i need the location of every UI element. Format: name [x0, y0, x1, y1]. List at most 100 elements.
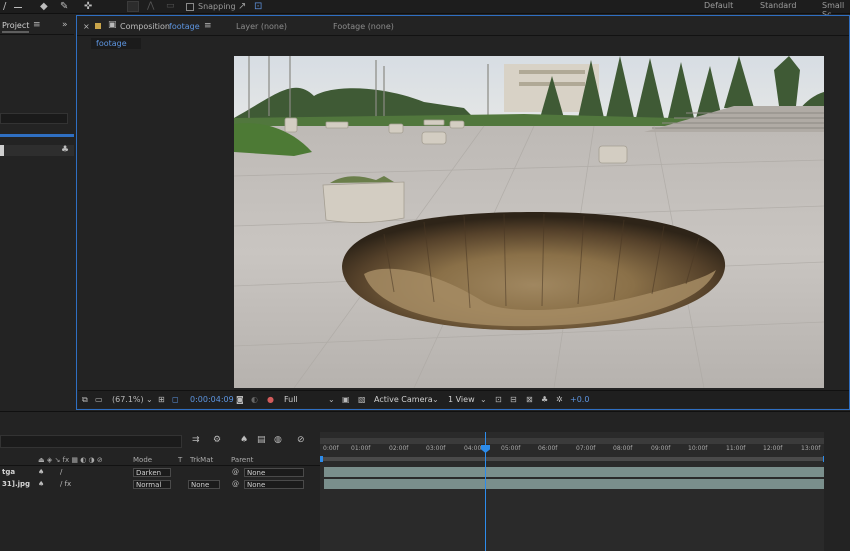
composition-breadcrumb[interactable]: footage: [91, 38, 141, 49]
footage-tab[interactable]: Footage (none): [333, 22, 394, 31]
comp-panel-menu-icon[interactable]: ≡: [204, 21, 212, 31]
ruler-tick-label: 07:00f: [576, 445, 596, 452]
ruler-tick-label: 08:00f: [613, 445, 633, 452]
brush-tool-icon[interactable]: /: [3, 0, 6, 13]
close-tab-icon[interactable]: ×: [83, 22, 90, 31]
layer-clip-bar[interactable]: [324, 479, 824, 489]
eraser-tool-icon[interactable]: ◆: [40, 0, 48, 13]
quality-switch-icon[interactable]: /: [60, 467, 62, 478]
layer-row[interactable]: tga ♠ / Darken @ None: [0, 467, 320, 478]
lock-swatch-icon[interactable]: [95, 23, 101, 29]
camera-view-dropdown[interactable]: Active Camera: [374, 394, 436, 405]
draft-3d-icon[interactable]: ⚙: [213, 435, 221, 445]
snapping-label: Snapping: [198, 2, 236, 11]
ruler-tick-label: 06:00f: [538, 445, 558, 452]
show-snapshot-icon[interactable]: ◐: [251, 394, 258, 405]
always-preview-icon[interactable]: ⧉: [82, 394, 88, 405]
workspace-default[interactable]: Default: [704, 1, 733, 10]
layer-name[interactable]: tga: [2, 467, 15, 478]
axis-tool-icon[interactable]: ⋀: [147, 1, 158, 12]
project-item-swatch: [0, 145, 4, 156]
mask-visibility-icon[interactable]: ◻: [172, 394, 179, 405]
camera-chevron-icon[interactable]: ⌄: [432, 394, 439, 405]
transparency-grid-icon[interactable]: ▧: [358, 394, 366, 405]
current-time-display[interactable]: 0:00:04:09: [190, 394, 234, 405]
parent-pickwhip-icon[interactable]: @: [232, 467, 239, 478]
flowchart-icon[interactable]: ♣: [61, 145, 69, 155]
shy-switch-icon[interactable]: ♠: [38, 479, 44, 490]
world-axis-icon[interactable]: ▭: [166, 1, 177, 12]
snap-features-icon[interactable]: ⊡: [254, 0, 262, 13]
ruler-tick-label: 12:00f: [763, 445, 783, 452]
fast-previews-icon[interactable]: ⊟: [510, 394, 517, 405]
resolution-chevron-icon[interactable]: ⌄: [328, 394, 335, 405]
composition-name[interactable]: footage: [169, 22, 200, 31]
comp-flowchart-icon[interactable]: ♣: [541, 394, 548, 405]
ruler-tick-label: 02:00f: [389, 445, 409, 452]
panel-menu-icon[interactable]: ≡: [33, 20, 41, 30]
snapping-checkbox[interactable]: [186, 3, 194, 11]
view-chevron-icon[interactable]: ⌄: [480, 394, 487, 405]
shy-layers-icon[interactable]: ♠: [240, 435, 248, 445]
snap-edges-icon[interactable]: ↗: [238, 0, 246, 13]
project-panel: Project ≡ » ♣: [0, 15, 74, 410]
layer-tab[interactable]: Layer (none): [236, 22, 287, 31]
align-tool-icon[interactable]: [127, 1, 139, 12]
composition-icon: ▣: [108, 20, 117, 30]
mode-column-header: Mode: [133, 456, 153, 464]
layer-trkmat-select[interactable]: None: [188, 480, 220, 489]
layer-mode-select[interactable]: Darken: [133, 468, 171, 477]
layer-parent-select[interactable]: None: [244, 480, 304, 489]
layer-column-header: ⏏ ◈ ↘ fx ▦ ◐ ◑ ⊘ Mode T TrkMat Parent: [0, 456, 320, 466]
timeline-track-area[interactable]: 0:00f 01:00f 02:00f 03:00f 04:00f 05:00f…: [320, 432, 850, 551]
project-header-accent: [0, 134, 74, 137]
reset-exposure-icon[interactable]: ✲: [556, 394, 563, 405]
ruler-tick-label: 09:00f: [651, 445, 671, 452]
av-features-icon: ⏏ ◈ ↘ fx ▦ ◐ ◑ ⊘: [38, 456, 103, 464]
project-search-input[interactable]: [0, 113, 68, 124]
roto-brush-tool-icon[interactable]: ✎: [60, 0, 68, 13]
composition-viewer[interactable]: [78, 49, 849, 389]
layer-row[interactable]: 31].jpg ♠ / fx Normal None @ None: [0, 479, 320, 490]
comp-mini-flowchart-icon[interactable]: ⇉: [192, 435, 200, 445]
layer-name[interactable]: 31].jpg: [2, 479, 30, 490]
trkmat-column-header: TrkMat: [190, 456, 214, 464]
ruler-tick-label: 13:00f: [801, 445, 821, 452]
work-area-range[interactable]: [322, 457, 826, 461]
monitor-icon[interactable]: ▭: [95, 394, 103, 405]
layer-parent-select[interactable]: None: [244, 468, 304, 477]
region-of-interest-icon[interactable]: ▣: [342, 394, 350, 405]
exposure-value[interactable]: +0.0: [570, 394, 589, 405]
workspace-standard[interactable]: Standard: [760, 1, 796, 10]
project-tab[interactable]: Project: [2, 21, 30, 33]
puppet-pin-tool-icon[interactable]: ✜: [84, 0, 92, 13]
ruler-tick-label: 01:00f: [351, 445, 371, 452]
timeline-search-input[interactable]: [0, 435, 182, 448]
timeline-icon[interactable]: ⊠: [526, 394, 533, 405]
composition-tab-label[interactable]: Composition: [120, 22, 170, 31]
quality-switch-icon[interactable]: / fx: [60, 479, 71, 490]
frame-blending-icon[interactable]: ▤: [257, 435, 266, 445]
color-channel-icon[interactable]: ●: [267, 394, 274, 405]
time-ruler[interactable]: 0:00f 01:00f 02:00f 03:00f 04:00f 05:00f…: [320, 445, 850, 455]
layer-clip-bar[interactable]: [324, 467, 824, 477]
parent-pickwhip-icon[interactable]: @: [232, 479, 239, 490]
graph-editor-icon[interactable]: ⊘: [297, 435, 305, 445]
viewer-control-bar: ⧉ ▭ (67.1%) ⌄ ⊞ ◻ 0:00:04:09 ◙ ◐ ● Full …: [78, 390, 849, 408]
snapshot-icon[interactable]: ◙: [236, 394, 244, 405]
layer-mode-select[interactable]: Normal: [133, 480, 171, 489]
magnification-dropdown[interactable]: (67.1%): [112, 394, 144, 405]
work-area-bar[interactable]: [320, 438, 850, 444]
shy-switch-icon[interactable]: ♠: [38, 467, 44, 478]
ruler-tick-label: 04:00f: [464, 445, 484, 452]
magnification-chevron-icon[interactable]: ⌄: [146, 394, 153, 405]
motion-blur-icon[interactable]: ◍: [274, 435, 282, 445]
view-layout-dropdown[interactable]: 1 View: [448, 394, 484, 405]
work-area-start-handle[interactable]: [320, 456, 323, 462]
composition-tab-bar: × ▣ Composition footage ≡ Layer (none) F…: [77, 16, 849, 36]
ruler-tick-label: 11:00f: [726, 445, 746, 452]
toggle-pixel-aspect-icon[interactable]: ⊡: [495, 394, 502, 405]
expand-panels-icon[interactable]: »: [62, 20, 68, 30]
grid-guides-icon[interactable]: ⊞: [158, 394, 165, 405]
brush-tool-2-icon[interactable]: [14, 0, 22, 8]
